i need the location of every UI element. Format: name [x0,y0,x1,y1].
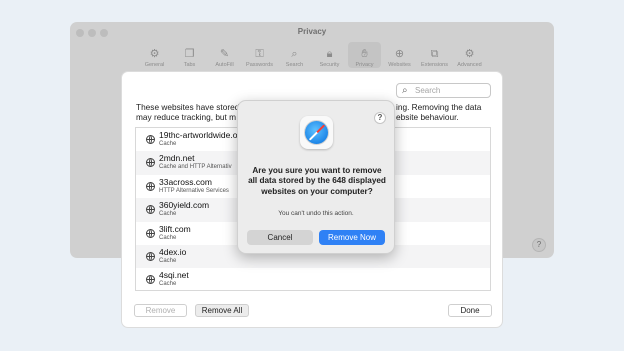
toolbar-item-label: General [144,62,165,68]
toolbar-item-advanced[interactable]: ⚙ Advanced [453,42,486,68]
security-icon: 🔒︎ [326,48,333,60]
globe-icon [146,275,155,285]
toolbar-item-security[interactable]: 🔒︎ Security [313,42,346,68]
passwords-icon: ⚿ [255,48,264,60]
cancel-button[interactable]: Cancel [247,230,313,245]
toolbar-item-label: Advanced [457,62,482,68]
website-name: 4dex.io [159,246,187,257]
toolbar-item-passwords[interactable]: ⚿ Passwords [243,42,276,68]
globe-icon [146,251,155,261]
tabs-icon: ❐ [184,48,195,60]
globe-icon [146,158,155,168]
compass-icon [304,120,329,145]
toolbar-item-label: Security [319,62,340,68]
extensions-icon: ⧉ [430,48,439,60]
toolbar-item-extensions[interactable]: ⧉ Extensions [418,42,451,68]
remove-all-button[interactable]: Remove All [195,304,249,317]
toolbar-item-label: Passwords [246,62,273,68]
dialog-help-button[interactable]: ? [374,112,386,124]
website-data-types: Cache [159,281,177,288]
general-icon: ⚙ [149,48,160,60]
toolbar-item-general[interactable]: ⚙ General [138,42,171,68]
dialog-informative-text: You can't undo this action. [278,210,354,217]
remove-button[interactable]: Remove [134,304,187,317]
website-data-types: HTTP Alternative Services [159,187,229,194]
website-name: 19thc-artworldwide.o [159,130,238,140]
globe-icon [146,205,155,215]
globe-icon [146,181,155,191]
toolbar-item-websites[interactable]: ⊕ Websites [383,42,416,68]
preferences-toolbar: ⚙ General ❐ Tabs ✎ AutoFill ⚿ Passwords ⌕ Search 🔒… [70,40,554,68]
search-icon: ⌕ [402,85,408,96]
toolbar-item-search[interactable]: ⌕ Search [278,42,311,68]
toolbar-item-label: Search [285,62,304,68]
toolbar-item-tabs[interactable]: ❐ Tabs [173,42,206,68]
toolbar-item-privacy[interactable]: ✋︎ Privacy [348,42,381,68]
done-button[interactable]: Done [448,304,492,317]
website-data-types: Cache and HTTP Alternativ [159,164,232,171]
website-name: 360yield.com [159,200,210,211]
toolbar-item-label: Websites [388,62,411,68]
website-data-types: Cache [159,234,177,241]
remove-now-button[interactable]: Remove Now [319,230,385,245]
description-line-2-left: may reduce tracking, but m [136,112,237,122]
toolbar-item-label: Extensions [421,62,448,68]
website-name: 33across.com [159,176,212,187]
help-button[interactable]: ? [532,238,546,252]
websites-icon: ⊕ [394,48,405,60]
website-data-types: Cache [159,141,177,147]
website-name: 3lift.com [159,223,191,234]
title-bar: Privacy [70,22,554,40]
website-row[interactable]: 4sqi.net Cache [136,268,490,290]
window-title: Privacy [297,27,327,36]
dialog-message: Are you sure you want to remove all data… [248,166,386,196]
privacy-icon: ✋︎ [361,48,368,60]
description-line-2-right: ebsite behaviour. [396,112,459,122]
toolbar-item-label: Privacy [355,62,374,68]
globe-icon [146,135,155,144]
description-line-1-right: ing. Removing the data [396,102,482,112]
toolbar-item-label: Tabs [183,62,196,68]
search-icon: ⌕ [291,48,298,60]
search-placeholder: Search [415,86,441,95]
website-data-types: Cache [159,211,177,218]
website-name: 4sqi.net [159,270,189,281]
safari-app-icon [300,116,333,149]
description-line-1-left: These websites have stored [136,102,240,112]
toolbar-item-label: AutoFill [215,62,234,68]
toolbar-item-autofill[interactable]: ✎ AutoFill [208,42,241,68]
globe-icon [146,228,155,238]
autofill-icon: ✎ [219,48,230,60]
website-data-types: Cache [159,257,177,264]
search-field[interactable]: ⌕ Search [396,83,491,98]
confirm-remove-dialog: ? Are you sure you want to remove all da… [237,100,395,254]
website-name: 2mdn.net [159,153,195,164]
advanced-icon: ⚙ [464,48,475,60]
